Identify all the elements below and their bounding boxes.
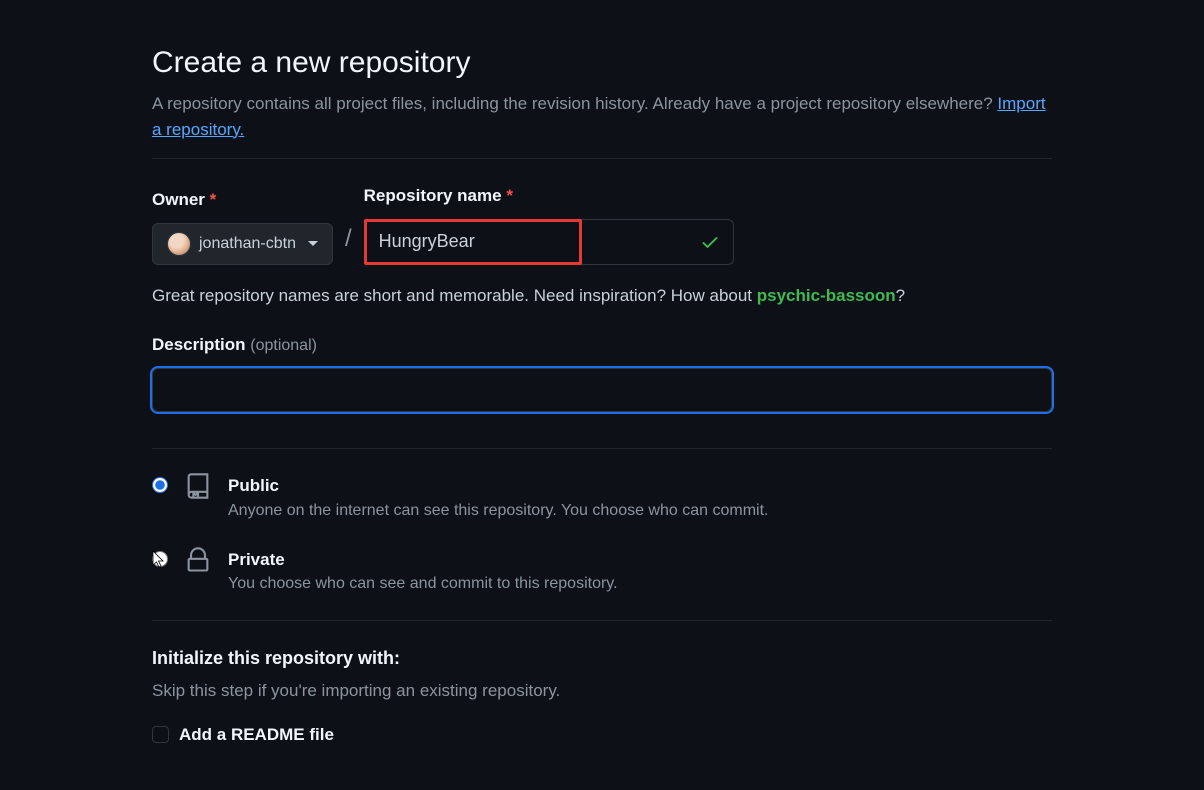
description-label: Description (optional) xyxy=(152,332,1052,358)
owner-label-text: Owner xyxy=(152,190,205,209)
path-separator: / xyxy=(345,221,352,265)
description-label-text: Description xyxy=(152,335,250,354)
avatar xyxy=(167,232,191,256)
repo-name-hint: Great repository names are short and mem… xyxy=(152,283,1052,309)
visibility-private-radio[interactable] xyxy=(152,551,168,567)
lock-icon xyxy=(184,545,212,575)
repo-icon xyxy=(184,471,212,501)
check-icon xyxy=(700,232,720,252)
optional-text: (optional) xyxy=(250,337,317,354)
visibility-public-radio[interactable] xyxy=(152,477,168,493)
required-asterisk: * xyxy=(210,190,217,209)
private-subtitle: You choose who can see and commit to thi… xyxy=(228,575,618,592)
hint-suffix: ? xyxy=(896,286,905,305)
private-title: Private xyxy=(228,547,618,573)
public-subtitle: Anyone on the internet can see this repo… xyxy=(228,502,768,519)
page-subtitle: A repository contains all project files,… xyxy=(152,91,1052,142)
readme-checkbox[interactable] xyxy=(152,726,169,743)
initialize-header: Initialize this repository with: xyxy=(152,645,1052,672)
owner-label: Owner * xyxy=(152,187,333,213)
page-title: Create a new repository xyxy=(152,40,1052,85)
caret-down-icon xyxy=(308,241,318,246)
divider xyxy=(152,158,1052,159)
initialize-subtitle: Skip this step if you're importing an ex… xyxy=(152,678,1052,704)
owner-username: jonathan-cbtn xyxy=(199,232,296,256)
owner-select[interactable]: jonathan-cbtn xyxy=(152,223,333,265)
repo-name-label: Repository name * xyxy=(364,183,734,209)
hint-prefix: Great repository names are short and mem… xyxy=(152,286,757,305)
public-title: Public xyxy=(228,473,768,499)
subtitle-text: A repository contains all project files,… xyxy=(152,94,997,113)
readme-label: Add a README file xyxy=(179,722,334,748)
repo-label-text: Repository name xyxy=(364,186,502,205)
name-suggestion[interactable]: psychic-bassoon xyxy=(757,286,896,305)
divider xyxy=(152,620,1052,621)
required-asterisk: * xyxy=(506,186,513,205)
description-input[interactable] xyxy=(152,368,1052,412)
repository-name-input[interactable] xyxy=(364,219,734,265)
divider xyxy=(152,448,1052,449)
